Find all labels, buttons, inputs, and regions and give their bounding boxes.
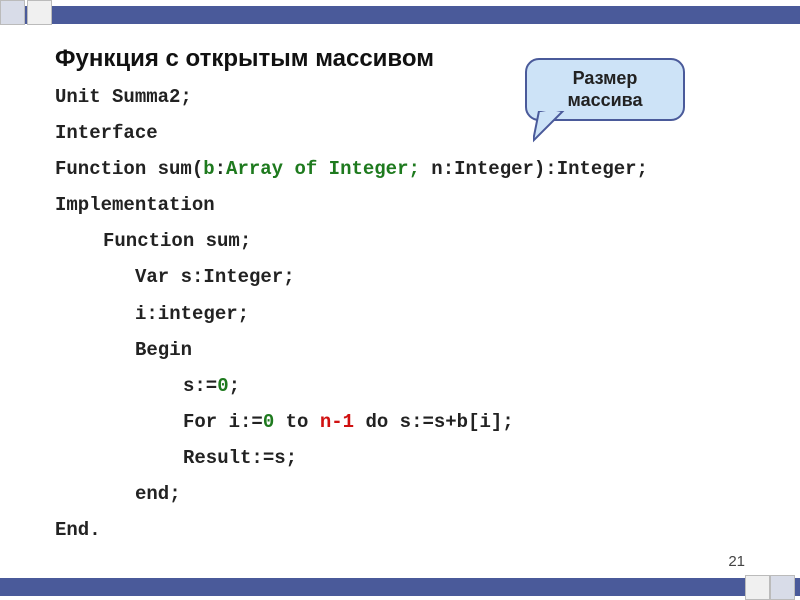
- callout-tail-icon: [533, 111, 573, 145]
- bottom-stripe: [0, 578, 800, 596]
- page-number: 21: [728, 553, 745, 570]
- code-line: Result:=s;: [55, 440, 760, 476]
- code-line: Implementation: [55, 187, 760, 223]
- decor-square: [27, 0, 52, 25]
- code-line: Var s:Integer;: [55, 259, 760, 295]
- decor-square: [745, 575, 770, 600]
- code-line: s:=0;: [55, 368, 760, 404]
- top-stripe: [0, 6, 800, 24]
- code-line: Function sum(b:Array of Integer; n:Integ…: [55, 151, 760, 187]
- code-line: Function sum;: [55, 223, 760, 259]
- code-line: For i:=0 to n-1 do s:=s+b[i];: [55, 404, 760, 440]
- decor-square: [0, 0, 25, 25]
- callout-text: массива: [567, 90, 642, 110]
- code-line: End.: [55, 512, 760, 548]
- decor-square: [770, 575, 795, 600]
- code-line: i:integer;: [55, 296, 760, 332]
- code-line: end;: [55, 476, 760, 512]
- callout: Размер массива: [525, 58, 685, 121]
- bottom-decor-squares: [743, 575, 795, 600]
- code-line: Begin: [55, 332, 760, 368]
- code-block: Unit Summa2; Interface Function sum(b:Ar…: [55, 79, 760, 548]
- callout-text: Размер: [573, 68, 638, 88]
- top-decor-squares: [0, 0, 52, 25]
